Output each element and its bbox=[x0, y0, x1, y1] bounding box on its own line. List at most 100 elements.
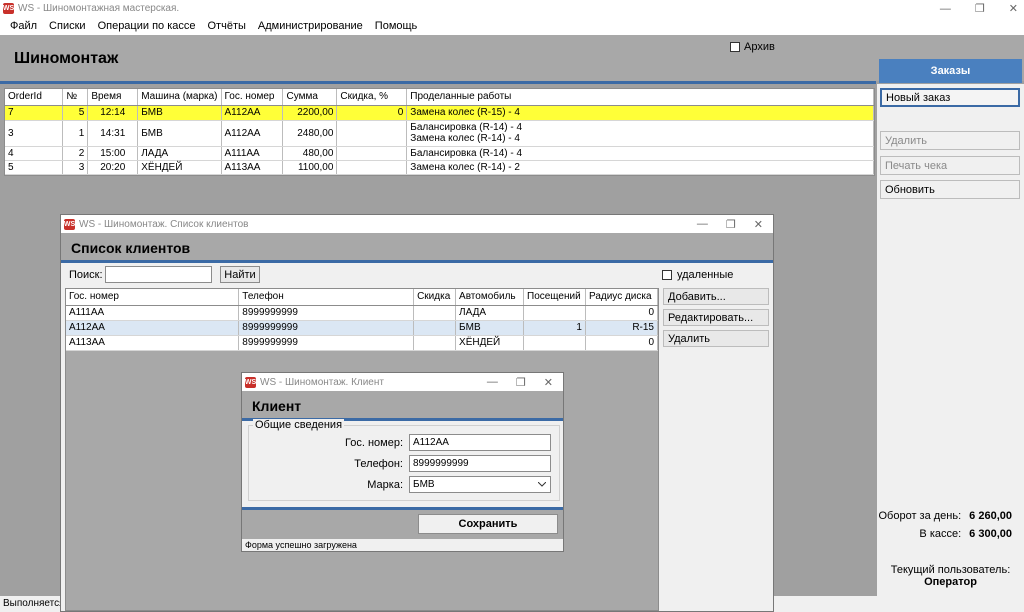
menu-lists[interactable]: Списки bbox=[43, 20, 92, 32]
client-dialog-footer: Сохранить bbox=[242, 507, 563, 539]
brand-select[interactable]: БМВ bbox=[409, 476, 551, 493]
cell-works: Замена колес (R-14) - 2 bbox=[406, 160, 874, 175]
column-header[interactable]: Машина (марка) bbox=[137, 89, 222, 106]
cell-visits bbox=[523, 335, 586, 351]
client-dialog-header: Клиент bbox=[242, 391, 563, 418]
cell-plate: А112АА bbox=[66, 320, 240, 336]
cell-discount bbox=[413, 335, 457, 351]
delete-order-button[interactable]: Удалить bbox=[880, 131, 1020, 150]
close-icon[interactable]: ✕ bbox=[1009, 2, 1018, 15]
cash-stat: В кассе: 6 300,00 bbox=[919, 528, 1012, 540]
menu-reports[interactable]: Отчёты bbox=[202, 20, 252, 32]
cell-number: 3 bbox=[62, 160, 89, 175]
add-client-button[interactable]: Добавить... bbox=[663, 288, 769, 305]
cell-discount bbox=[413, 305, 457, 321]
minimize-icon[interactable]: — bbox=[940, 3, 951, 15]
maximize-icon[interactable]: ❐ bbox=[516, 376, 526, 389]
cell-visits: 1 bbox=[523, 320, 586, 336]
minimize-icon[interactable]: — bbox=[487, 376, 498, 388]
deleted-checkbox-box[interactable] bbox=[662, 270, 672, 280]
edit-client-button[interactable]: Редактировать... bbox=[663, 309, 769, 326]
delete-client-button[interactable]: Удалить bbox=[663, 330, 769, 347]
cell-plate: А113АА bbox=[66, 335, 240, 351]
cell-car: БМВ bbox=[137, 120, 222, 147]
phone-row: Телефон: 8999999999 bbox=[354, 455, 551, 472]
column-header[interactable]: Автомобиль bbox=[455, 289, 524, 306]
cell-discount bbox=[336, 146, 408, 161]
table-row[interactable]: 7 5 12:14 БМВ А112АА 2200,00 0 Замена ко… bbox=[5, 105, 874, 121]
chevron-down-icon bbox=[538, 482, 546, 487]
cell-order-id: 5 bbox=[5, 160, 64, 175]
close-icon[interactable]: ✕ bbox=[754, 218, 763, 231]
column-header[interactable]: Посещений bbox=[523, 289, 586, 306]
column-header[interactable]: Гос. номер bbox=[221, 89, 284, 106]
cell-time: 14:31 bbox=[87, 120, 139, 147]
menu-administration[interactable]: Администрирование bbox=[252, 20, 369, 32]
clients-dialog-title-bar: WS WS - Шиномонтаж. Список клиентов — ❐ … bbox=[61, 215, 773, 233]
archive-checkbox[interactable]: Архив bbox=[730, 41, 775, 53]
cell-car: ЛАДА bbox=[137, 146, 222, 161]
cell-sum: 480,00 bbox=[282, 146, 338, 161]
table-row[interactable]: 4 2 15:00 ЛАДА А111АА 480,00 Балансировк… bbox=[5, 146, 874, 161]
turnover-value: 6 260,00 bbox=[969, 510, 1012, 522]
column-header[interactable]: Радиус диска bbox=[585, 289, 659, 306]
search-label: Поиск: bbox=[69, 269, 103, 281]
cell-discount: 0 bbox=[336, 105, 408, 121]
cell-order-id: 7 bbox=[5, 105, 64, 121]
brand-row: Марка: БМВ bbox=[367, 476, 551, 493]
print-receipt-button[interactable]: Печать чека bbox=[880, 156, 1020, 175]
brand-label: Марка: bbox=[367, 478, 403, 491]
phone-input[interactable]: 8999999999 bbox=[409, 455, 551, 472]
cell-sum: 1100,00 bbox=[282, 160, 338, 175]
menu-file[interactable]: Файл bbox=[4, 20, 43, 32]
menu-help[interactable]: Помощь bbox=[369, 20, 424, 32]
column-header[interactable]: OrderId bbox=[5, 89, 64, 106]
work-line: Балансировка (R-14) - 4 bbox=[410, 122, 523, 133]
column-header[interactable]: Скидка, % bbox=[336, 89, 408, 106]
client-dialog: WS WS - Шиномонтаж. Клиент — ❐ ✕ Клиент … bbox=[241, 372, 564, 552]
clients-header-row: Гос. номер Телефон Скидка Автомобиль Пос… bbox=[66, 289, 659, 306]
table-row[interactable]: А111АА 8999999999 ЛАДА 0 bbox=[66, 305, 659, 321]
menu-cash-operations[interactable]: Операции по кассе bbox=[92, 20, 202, 32]
plate-input[interactable]: А112АА bbox=[409, 434, 551, 451]
column-header[interactable]: Гос. номер bbox=[66, 289, 240, 306]
turnover-label: Оборот за день: bbox=[878, 510, 962, 522]
cell-order-id: 3 bbox=[5, 120, 64, 147]
cell-number: 5 bbox=[62, 105, 89, 121]
cell-plate: А112АА bbox=[221, 105, 284, 121]
current-user-label: Текущий пользователь: bbox=[890, 564, 1011, 576]
find-button[interactable]: Найти bbox=[220, 266, 260, 283]
table-row[interactable]: 3 1 14:31 БМВ А112АА 2480,00 Балансировк… bbox=[5, 120, 874, 147]
clients-dialog-title: WS - Шиномонтаж. Список клиентов bbox=[79, 218, 249, 230]
cell-plate: А113АА bbox=[221, 160, 284, 175]
column-header[interactable]: Телефон bbox=[238, 289, 415, 306]
column-header[interactable]: Время bbox=[87, 89, 139, 106]
cell-car: БМВ bbox=[455, 320, 524, 336]
save-button[interactable]: Сохранить bbox=[418, 514, 558, 534]
maximize-icon[interactable]: ❐ bbox=[726, 218, 736, 231]
maximize-icon[interactable]: ❐ bbox=[975, 2, 985, 15]
column-header[interactable]: Скидка bbox=[413, 289, 457, 306]
cell-plate: А111АА bbox=[221, 146, 284, 161]
orders-grid[interactable]: OrderId № Время Машина (марка) Гос. номе… bbox=[4, 88, 875, 176]
minimize-icon[interactable]: — bbox=[697, 218, 708, 230]
cell-radius: R-15 bbox=[585, 320, 659, 336]
refresh-button[interactable]: Обновить bbox=[880, 180, 1020, 199]
orders-header-row: OrderId № Время Машина (марка) Гос. номе… bbox=[5, 89, 874, 106]
table-row[interactable]: А113АА 8999999999 ХЁНДЕЙ 0 bbox=[66, 335, 659, 351]
deleted-checkbox[interactable]: удаленные bbox=[662, 269, 733, 281]
column-header[interactable]: Проделанные работы bbox=[406, 89, 874, 106]
archive-checkbox-box[interactable] bbox=[730, 42, 740, 52]
column-header[interactable]: Сумма bbox=[282, 89, 338, 106]
cell-time: 20:20 bbox=[87, 160, 139, 175]
cell-number: 2 bbox=[62, 146, 89, 161]
table-row[interactable]: А112АА 8999999999 БМВ 1 R-15 bbox=[66, 320, 659, 336]
tab-orders[interactable]: Заказы bbox=[879, 59, 1022, 83]
table-row[interactable]: 5 3 20:20 ХЁНДЕЙ А113АА 1100,00 Замена к… bbox=[5, 160, 874, 175]
column-header[interactable]: № bbox=[62, 89, 89, 106]
cell-car: ЛАДА bbox=[455, 305, 524, 321]
cell-car: ХЁНДЕЙ bbox=[137, 160, 222, 175]
new-order-button[interactable]: Новый заказ bbox=[880, 88, 1020, 107]
close-icon[interactable]: ✕ bbox=[544, 376, 553, 389]
search-input[interactable] bbox=[105, 266, 212, 283]
